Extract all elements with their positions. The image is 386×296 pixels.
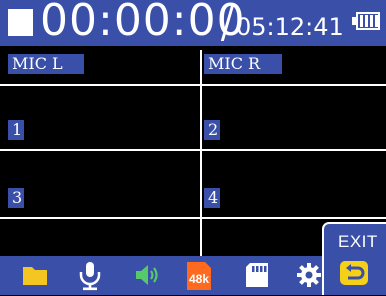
stop-status-icon: [8, 9, 33, 36]
exit-button[interactable]: EXIT: [322, 222, 386, 295]
elapsed-time: 00:00:00: [40, 0, 246, 46]
speaker-icon[interactable]: [134, 262, 160, 293]
battery-icon: [352, 12, 380, 30]
microphone-icon[interactable]: [78, 261, 102, 296]
exit-label: EXIT: [338, 232, 378, 251]
channel-label-4[interactable]: 4: [204, 188, 220, 208]
return-arrow-icon: [339, 260, 369, 286]
channel-label-3[interactable]: 3: [8, 188, 24, 208]
sample-rate-label: 48k: [189, 272, 209, 286]
channel-label-mic-l[interactable]: MIC L: [8, 54, 84, 74]
sd-card-icon[interactable]: [244, 261, 270, 294]
remaining-time: 05:12:41: [236, 13, 344, 41]
gear-icon[interactable]: [296, 262, 322, 293]
channel-label-2[interactable]: 2: [204, 120, 220, 140]
grid-line: [0, 84, 386, 86]
grid-line: [0, 149, 386, 151]
status-bar: 00:00:00 05:12:41: [0, 0, 386, 46]
grid-line: [0, 217, 386, 219]
channel-label-1[interactable]: 1: [8, 120, 24, 140]
folder-icon[interactable]: [22, 264, 48, 291]
grid-divider: [200, 50, 202, 256]
sample-rate-48k-icon[interactable]: 48k: [185, 261, 213, 296]
channel-label-mic-r[interactable]: MIC R: [204, 54, 282, 74]
